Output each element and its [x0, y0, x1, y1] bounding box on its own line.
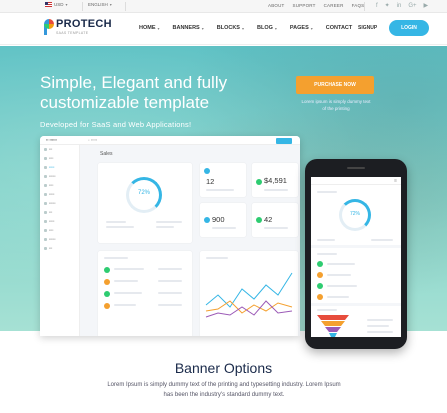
dashboard-topbar: ▪▪ ▪▪▪▪▪▪ ⌕ ▪▪▪▪▪: [40, 136, 300, 145]
logo-mark-icon: [44, 19, 54, 35]
phone-ring-percent: 72%: [349, 211, 360, 217]
sidebar-item: ▪▪▪▪▪: [40, 163, 79, 172]
top-utility-bar: USD ▾ ENGLISH ▾ ABOUT SUPPORT CAREER FAQ…: [0, 0, 447, 13]
menu-item-contact[interactable]: CONTACT: [326, 25, 352, 31]
stat-card: 42: [252, 203, 298, 237]
logo-subtitle: SAAS TEMPLATE: [56, 31, 89, 35]
line-chart: [205, 272, 293, 318]
stat-card: 12: [200, 163, 246, 197]
line-chart-card: [200, 251, 298, 336]
chevron-down-icon: ▾: [201, 25, 204, 31]
google-plus-icon[interactable]: G+: [408, 2, 416, 10]
logo[interactable]: PROTECH SAAS TEMPLATE: [44, 19, 112, 35]
social-links: f ✦ in G+ ▶: [376, 2, 428, 10]
sidebar-item: ▪▪▪▪: [40, 226, 79, 235]
language-selector[interactable]: ENGLISH ▾: [88, 2, 112, 7]
menu-item-banners[interactable]: BANNERS ▾: [173, 25, 204, 31]
purchase-now-button[interactable]: PURCHASE NOW: [296, 76, 374, 94]
chevron-down-icon: ▾: [109, 2, 112, 7]
hero-title: Simple, Elegant and fully customizable t…: [40, 73, 228, 112]
logo-title: PROTECH: [56, 18, 112, 30]
search-icon: ⌕ ▪▪▪▪▪: [88, 138, 98, 142]
chevron-down-icon: ▾: [65, 2, 68, 7]
sidebar-item: ▪▪▪▪▪▪: [40, 199, 79, 208]
phone-speaker: [347, 167, 365, 169]
facebook-icon[interactable]: f: [376, 2, 378, 10]
career-link[interactable]: CAREER: [324, 3, 344, 8]
divider: [364, 2, 365, 11]
section-title: Banner Options: [174, 360, 273, 376]
sidebar-item: ▪▪▪▪▪▪: [40, 235, 79, 244]
sidebar-item: ▪▪▪▪▪: [40, 217, 79, 226]
about-link[interactable]: ABOUT: [268, 3, 285, 8]
sidebar-item: ▪▪▪: [40, 244, 79, 253]
stat-value: 42: [264, 215, 273, 224]
sidebar-item: ▪▪▪: [40, 145, 79, 154]
main-menu: HOME ▾ BANNERS ▾ BLOCKS ▾ BLOG ▾ PAGES ▾ CONT…: [139, 25, 352, 31]
dashboard-page-title: Sales: [100, 151, 113, 157]
sidebar-item: ▪▪▪▪▪: [40, 190, 79, 199]
sidebar-item: ▪▪▪▪: [40, 154, 79, 163]
dashboard-brand: ▪▪ ▪▪▪▪▪▪: [46, 138, 57, 142]
menu-icon: ≡: [394, 178, 397, 184]
hero-subtitle: Developed for SaaS and Web Applications!: [40, 120, 192, 129]
top-links: ABOUT SUPPORT CAREER FAQS: [268, 3, 364, 8]
menu-item-blocks[interactable]: BLOCKS ▾: [217, 25, 244, 31]
chevron-down-icon: ▾: [274, 25, 277, 31]
stat-card: $4,591: [252, 163, 298, 197]
stat-value: 12: [206, 177, 215, 186]
us-flag-icon: [45, 2, 52, 7]
phone-topbar: ≡: [311, 177, 401, 185]
sidebar-item: ▪▪▪: [40, 208, 79, 217]
funnel-chart: [317, 315, 349, 337]
main-navbar: PROTECH SAAS TEMPLATE HOME ▾ BANNERS ▾ BLO…: [0, 13, 447, 45]
menu-item-home[interactable]: HOME ▾: [139, 25, 160, 31]
login-button[interactable]: LOGIN: [389, 20, 429, 36]
youtube-icon[interactable]: ▶: [424, 2, 429, 10]
purchase-note: Lorem ipsum is simply dummy text of the …: [301, 99, 371, 111]
dashboard-action-button: [276, 137, 292, 144]
dashboard-sidebar: ▪▪▪ ▪▪▪▪ ▪▪▪▪▪ ▪▪▪▪▪▪ ▪▪▪▪ ▪▪▪▪▪ ▪▪▪▪▪▪ …: [40, 145, 80, 336]
chevron-down-icon: ▾: [241, 25, 244, 31]
faqs-link[interactable]: FAQS: [352, 3, 365, 8]
phone-mockup: ≡ 72%: [305, 159, 407, 349]
divider: [125, 2, 126, 11]
stat-card: 900: [200, 203, 246, 237]
linkedin-icon[interactable]: in: [397, 2, 402, 10]
dashboard-main: Sales 72% 12 $4,591 900 42: [80, 145, 300, 336]
ring-card: 72%: [98, 163, 192, 243]
stat-value: 900: [212, 215, 225, 224]
signup-link[interactable]: SIGNUP: [358, 25, 377, 31]
divider: [82, 2, 83, 11]
chevron-down-icon: ▾: [157, 25, 160, 31]
section-description: Lorem Ipsum is simply dummy text of the …: [107, 382, 341, 398]
ring-percent: 72%: [137, 190, 150, 196]
stat-value: $4,591: [264, 176, 287, 185]
menu-item-blog[interactable]: BLOG ▾: [257, 25, 277, 31]
currency-selector[interactable]: USD ▾: [45, 2, 68, 7]
contacts-card: [98, 251, 192, 336]
dashboard-mockup: ▪▪ ▪▪▪▪▪▪ ⌕ ▪▪▪▪▪ ▪▪▪ ▪▪▪▪ ▪▪▪▪▪ ▪▪▪▪▪▪ …: [40, 136, 300, 336]
menu-item-pages[interactable]: PAGES ▾: [290, 25, 313, 31]
chevron-down-icon: ▾: [310, 25, 313, 31]
sidebar-item: ▪▪▪▪▪▪: [40, 172, 79, 181]
phone-screen: ≡ 72%: [311, 177, 401, 337]
twitter-icon[interactable]: ✦: [385, 2, 390, 10]
sidebar-item: ▪▪▪▪: [40, 181, 79, 190]
support-link[interactable]: SUPPORT: [293, 3, 316, 8]
